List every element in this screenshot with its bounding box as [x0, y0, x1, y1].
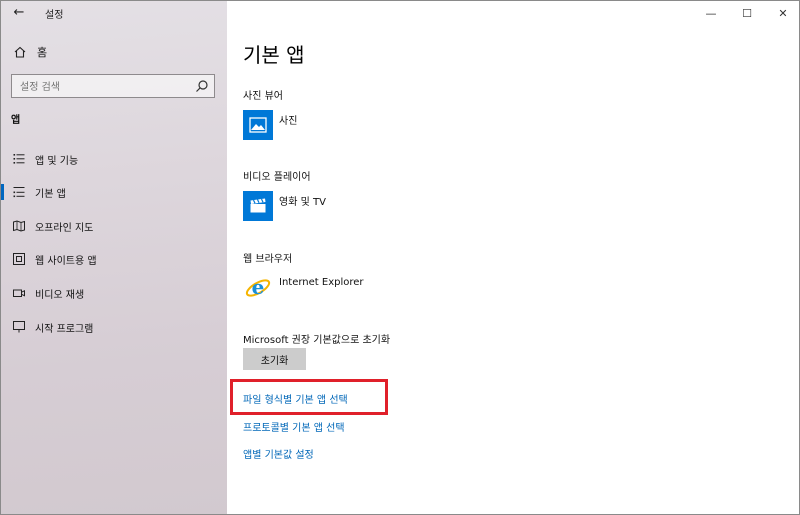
sidebar-item-label: 앱 및 기능 — [35, 155, 79, 167]
photo-viewer-app-name: 사진 — [279, 115, 298, 127]
group-label-web-browser: 웹 브라우저 — [243, 254, 293, 265]
selection-indicator — [1, 251, 4, 267]
close-button[interactable]: ✕ — [765, 1, 799, 25]
group-label-video-player: 비디오 플레이어 — [243, 172, 311, 183]
minimize-button[interactable]: — — [693, 1, 729, 25]
video-icon — [13, 289, 25, 297]
website-icon — [13, 253, 25, 265]
app-title: 설정 — [45, 10, 64, 21]
main-content: — ☐ ✕ 기본 앱 사진 뷰어 사진 비디오 플레이어 영화 및 TV 웹 브… — [227, 1, 799, 514]
map-icon — [13, 220, 25, 232]
selection-indicator — [1, 151, 4, 167]
sidebar-item-label: 비디오 재생 — [35, 289, 85, 301]
page-title: 기본 앱 — [243, 43, 305, 67]
sidebar-item-label: 웹 사이트용 앱 — [35, 255, 97, 267]
web-browser-app-button[interactable]: e Internet Explorer — [243, 272, 364, 304]
sidebar-item-apps-features[interactable]: 앱 및 기능 — [1, 144, 227, 174]
search-icon[interactable] — [195, 79, 209, 93]
group-label-photo-viewer: 사진 뷰어 — [243, 91, 283, 102]
window-controls: — ☐ ✕ — [693, 1, 799, 25]
reset-button[interactable]: 초기화 — [243, 348, 306, 370]
sidebar-item-label: 오프라인 지도 — [35, 222, 94, 234]
search-box[interactable] — [11, 74, 215, 99]
sidebar-item-video-playback[interactable]: 비디오 재생 — [1, 278, 227, 308]
sidebar-item-home[interactable]: 홈 — [13, 43, 47, 61]
section-label-apps: 앱 — [11, 115, 21, 126]
selection-indicator — [1, 285, 4, 301]
sidebar: ← 설정 홈 앱 앱 및 기능 — [1, 1, 227, 514]
home-icon — [14, 46, 26, 58]
sidebar-item-startup[interactable]: 시작 프로그램 — [1, 312, 227, 342]
maximize-button[interactable]: ☐ — [729, 1, 765, 25]
sidebar-item-label: 시작 프로그램 — [35, 323, 94, 335]
startup-icon — [13, 321, 25, 333]
sidebar-item-label: 기본 앱 — [35, 188, 66, 200]
link-choose-by-protocol[interactable]: 프로토콜별 기본 앱 선택 — [243, 419, 345, 434]
home-label: 홈 — [37, 46, 48, 59]
sidebar-item-apps-for-websites[interactable]: 웹 사이트용 앱 — [1, 244, 227, 274]
link-choose-by-file-type[interactable]: 파일 형식별 기본 앱 선택 — [243, 391, 348, 406]
svg-text:e: e — [252, 275, 265, 299]
settings-window: ← 설정 홈 앱 앱 및 기능 — [0, 0, 800, 515]
photo-viewer-app-button[interactable]: 사진 — [243, 109, 297, 141]
back-button[interactable]: ← — [9, 4, 29, 22]
default-apps-icon — [13, 187, 25, 198]
title-bar: ← 설정 — [1, 1, 227, 27]
photos-app-icon — [243, 110, 273, 140]
sidebar-item-offline-maps[interactable]: 오프라인 지도 — [1, 211, 227, 241]
video-player-app-name: 영화 및 TV — [279, 196, 326, 208]
internet-explorer-icon: e — [243, 273, 273, 303]
selection-indicator — [1, 218, 4, 234]
movies-tv-app-icon — [243, 191, 273, 221]
selection-indicator — [1, 319, 4, 335]
sidebar-item-default-apps[interactable]: 기본 앱 — [1, 177, 227, 207]
reset-label: Microsoft 권장 기본값으로 초기화 — [243, 335, 391, 346]
search-input[interactable] — [12, 76, 182, 99]
web-browser-app-name: Internet Explorer — [279, 276, 364, 288]
video-player-app-button[interactable]: 영화 및 TV — [243, 190, 326, 222]
link-set-defaults-by-app[interactable]: 앱별 기본값 설정 — [243, 446, 314, 461]
list-icon — [13, 154, 25, 164]
selection-indicator — [1, 184, 4, 200]
